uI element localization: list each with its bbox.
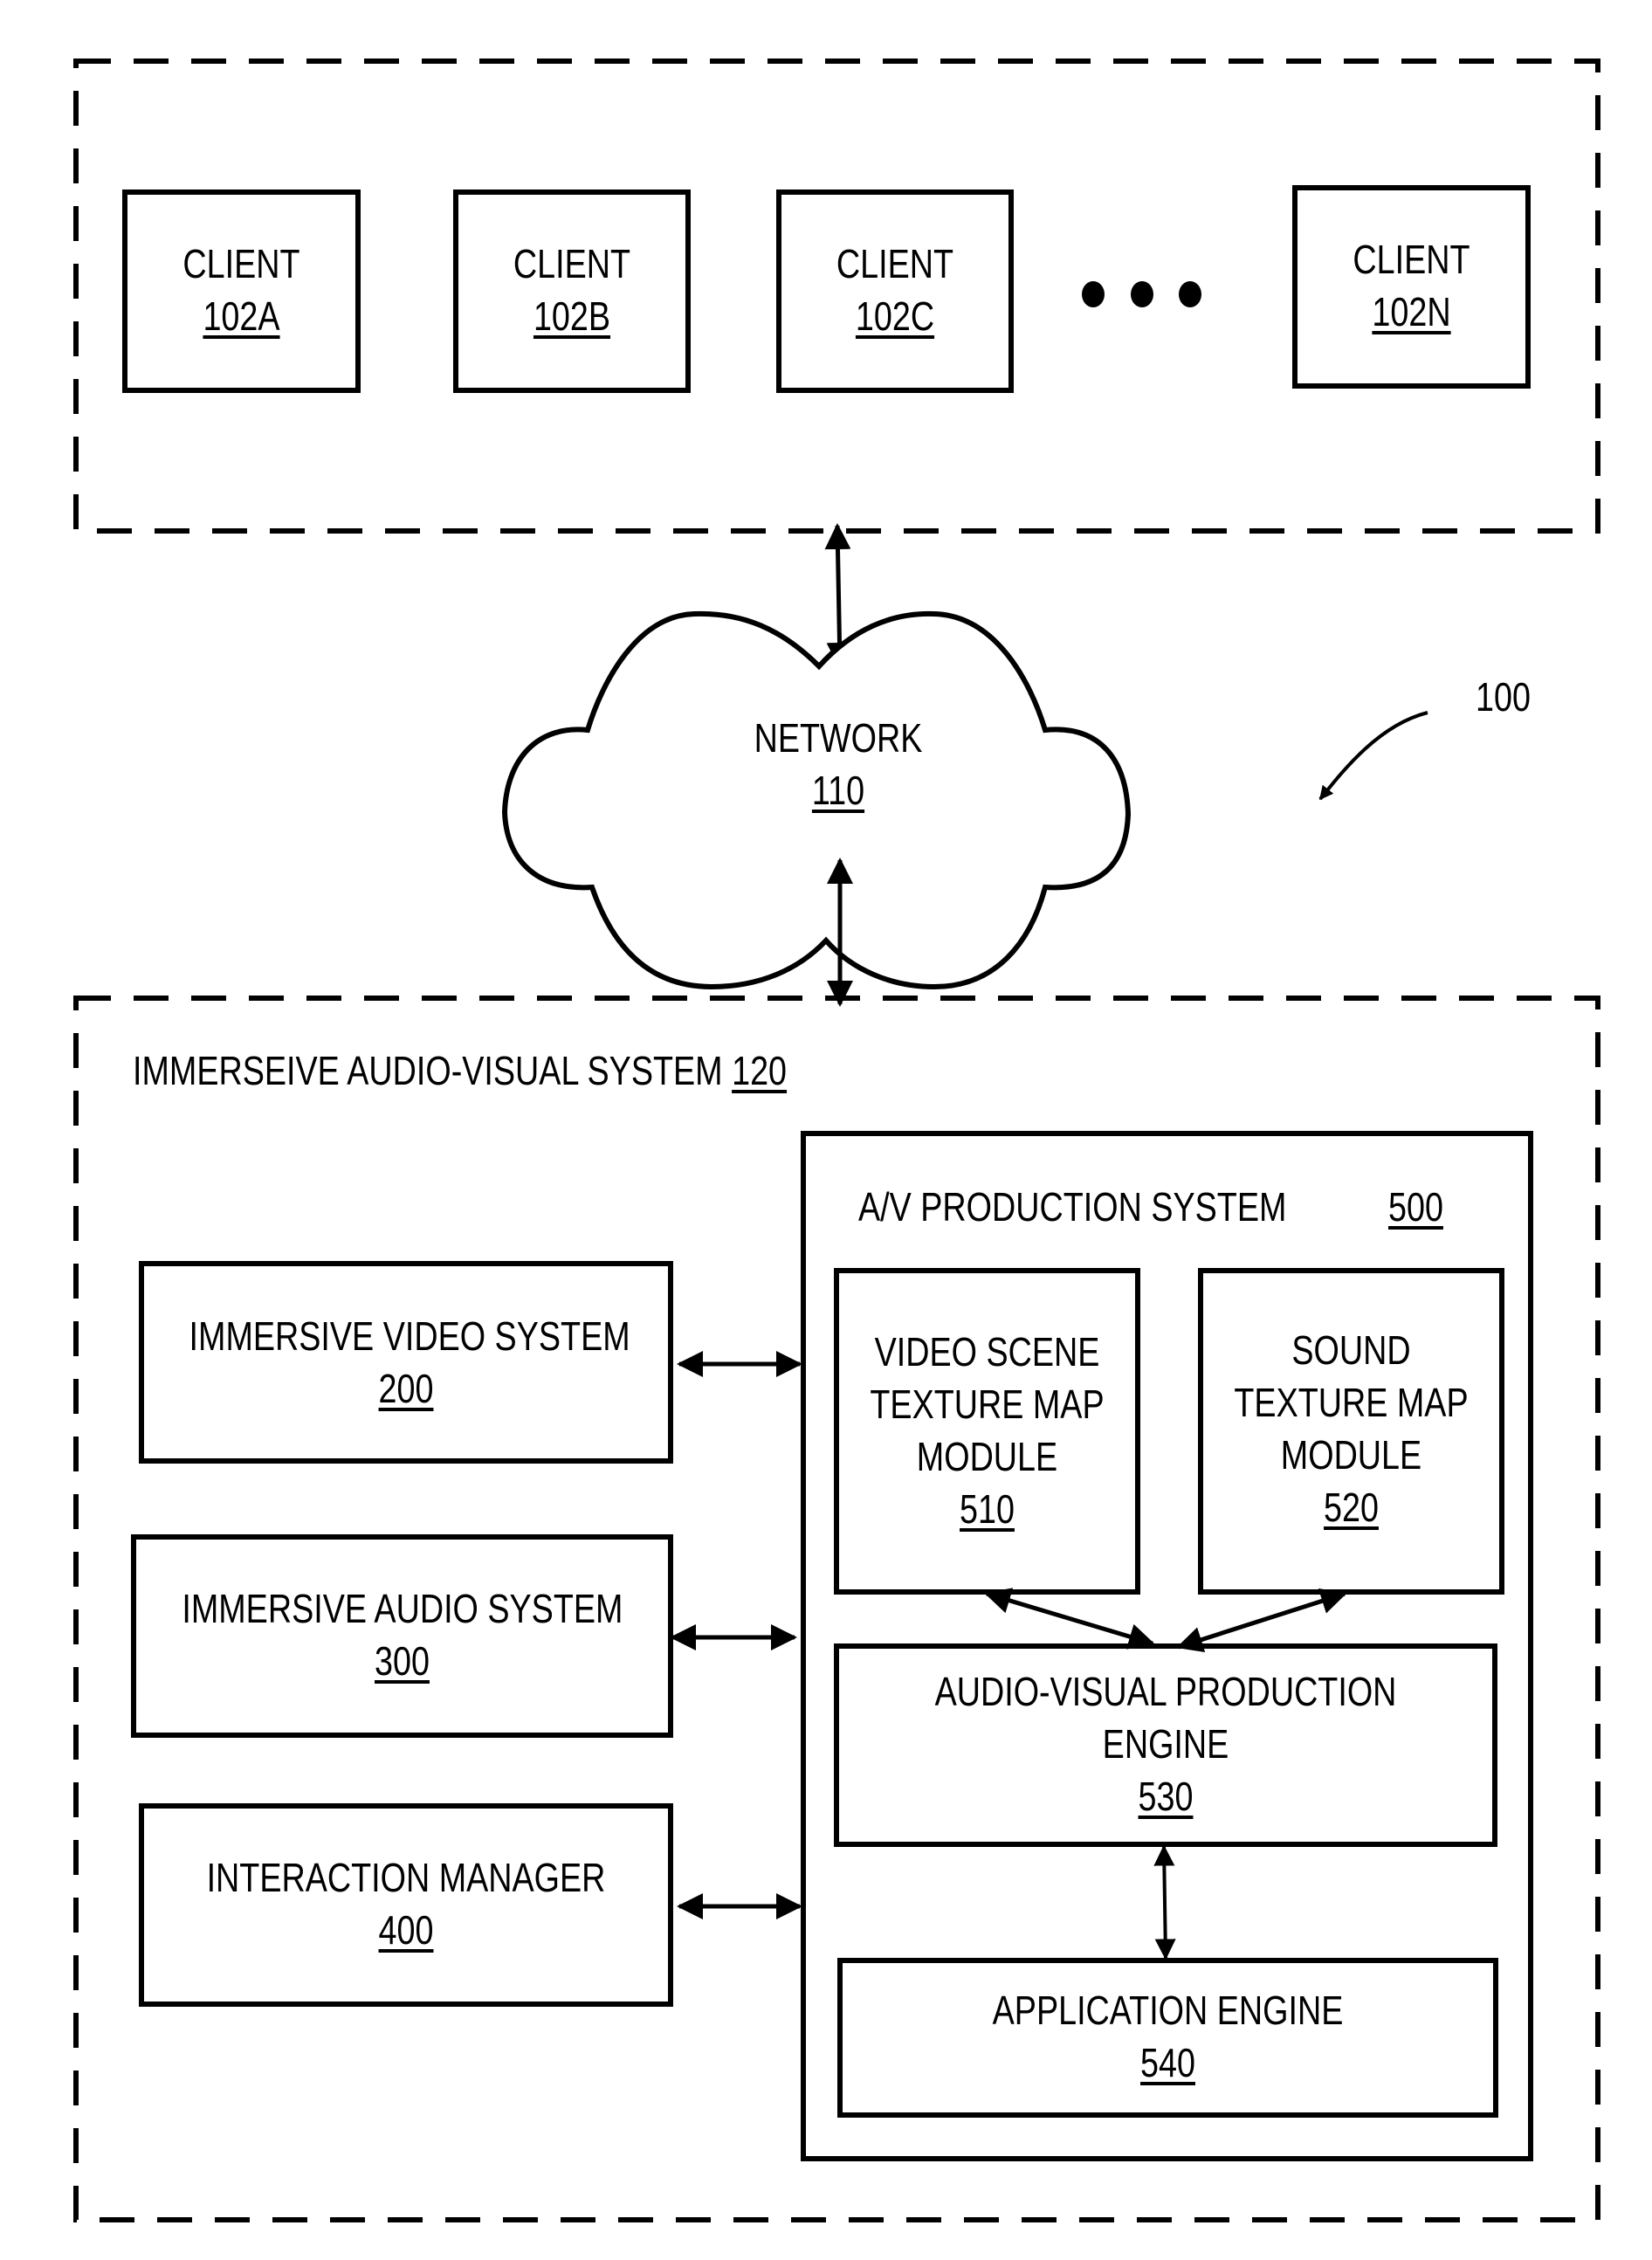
client-label: CLIENT bbox=[513, 241, 631, 286]
video-texture-module-label: VIDEO SCENE TEXTURE MAP MODULE 510 bbox=[864, 1326, 1111, 1535]
av-production-ref: 500 bbox=[1388, 1184, 1443, 1230]
client-ref: 102B bbox=[533, 293, 611, 339]
engine-app-arrow bbox=[1153, 1844, 1176, 1960]
module-line: TEXTURE MAP bbox=[870, 1381, 1105, 1427]
module-line: AUDIO-VISUAL PRODUCTION bbox=[934, 1669, 1397, 1714]
client-label: CLIENT bbox=[182, 241, 300, 286]
network-ref: 110 bbox=[811, 768, 865, 813]
module-line: SOUND bbox=[1291, 1327, 1411, 1373]
client-label-102a: CLIENT 102A bbox=[146, 238, 337, 342]
ellipsis-dots bbox=[1082, 281, 1201, 307]
video-system-name: IMMERSIVE VIDEO SYSTEM bbox=[189, 1313, 630, 1359]
figure-ref-arrow bbox=[1318, 711, 1428, 801]
module-line: ENGINE bbox=[1102, 1721, 1229, 1767]
module-line: TEXTURE MAP bbox=[1234, 1380, 1469, 1425]
client-label: CLIENT bbox=[836, 241, 954, 286]
interaction-manager-ref: 400 bbox=[378, 1907, 434, 1953]
module-ref: 530 bbox=[1138, 1774, 1194, 1819]
client-label-102b: CLIENT 102B bbox=[477, 238, 667, 342]
system-ref: 120 bbox=[732, 1048, 788, 1093]
module-line: MODULE bbox=[916, 1434, 1058, 1479]
interaction-manager-name: INTERACTION MANAGER bbox=[206, 1855, 606, 1900]
network-name: NETWORK bbox=[754, 715, 923, 761]
module-line: VIDEO SCENE bbox=[874, 1329, 1100, 1375]
client-ref: 102A bbox=[203, 293, 280, 339]
module-ref: 540 bbox=[1140, 2040, 1195, 2085]
module-line: APPLICATION ENGINE bbox=[992, 1988, 1344, 2033]
video-system-label: IMMERSIVE VIDEO SYSTEM 200 bbox=[189, 1310, 630, 1415]
sound-texture-module-label: SOUND TEXTURE MAP MODULE 520 bbox=[1228, 1324, 1475, 1533]
av-production-title: A/V PRODUCTION SYSTEM bbox=[858, 1184, 1287, 1230]
interaction-manager-label: INTERACTION MANAGER 400 bbox=[189, 1851, 623, 1956]
figure-ref-label: 100 bbox=[1476, 674, 1531, 720]
network-label: NETWORK 110 bbox=[731, 712, 946, 816]
app-engine-label: APPLICATION ENGINE 540 bbox=[899, 1984, 1437, 2089]
audio-system-name: IMMERSIVE AUDIO SYSTEM bbox=[182, 1586, 623, 1631]
module-line: MODULE bbox=[1280, 1432, 1422, 1478]
client-label-102c: CLIENT 102C bbox=[800, 238, 990, 342]
av-engine-label: AUDIO-VISUAL PRODUCTION ENGINE 530 bbox=[896, 1665, 1435, 1822]
client-ref: 102N bbox=[1372, 289, 1451, 334]
client-label: CLIENT bbox=[1353, 237, 1470, 282]
audio-system-label: IMMERSIVE AUDIO SYSTEM 300 bbox=[182, 1582, 623, 1687]
module-ref: 520 bbox=[1324, 1485, 1379, 1530]
client-label-102n: CLIENT 102N bbox=[1316, 233, 1507, 338]
audio-system-ref: 300 bbox=[375, 1638, 430, 1684]
system-title: IMMERSEIVE AUDIO-VISUAL SYSTEM 120 bbox=[133, 1044, 787, 1097]
module-ref: 510 bbox=[960, 1486, 1015, 1532]
video-system-ref: 200 bbox=[378, 1366, 434, 1411]
system-title-text: IMMERSEIVE AUDIO-VISUAL SYSTEM bbox=[133, 1048, 723, 1093]
client-ref: 102C bbox=[855, 293, 935, 339]
